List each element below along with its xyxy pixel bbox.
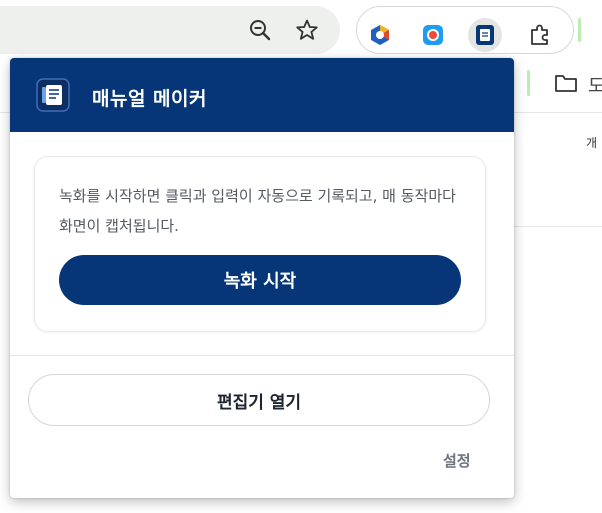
page-text-fragment: 개 [586, 136, 598, 150]
address-bar[interactable] [0, 6, 340, 54]
record-card: 녹화를 시작하면 클릭과 입력이 자동으로 기록되고, 매 동작마다 화면이 캡… [34, 156, 486, 332]
extension-1-icon[interactable] [363, 18, 397, 52]
page-divider [514, 226, 602, 227]
extension-popup: 매뉴얼 메이커 녹화를 시작하면 클릭과 입력이 자동으로 기록되고, 매 동작… [10, 58, 514, 498]
accent-bar [578, 18, 581, 42]
popup-title: 매뉴얼 메이커 [92, 88, 207, 110]
zoom-out-icon[interactable] [246, 16, 274, 44]
popup-header: 매뉴얼 메이커 [10, 58, 514, 132]
extension-2-icon[interactable] [416, 18, 450, 52]
manual-maker-logo-icon [36, 78, 70, 112]
section-divider [10, 355, 514, 356]
folder-icon[interactable] [554, 72, 578, 98]
puzzle-icon[interactable] [523, 18, 557, 52]
settings-link[interactable]: 설정 [443, 450, 471, 471]
extensions-group [356, 6, 574, 54]
star-icon[interactable] [293, 16, 321, 44]
open-editor-button[interactable]: 편집기 열기 [28, 374, 490, 426]
manual-maker-icon[interactable] [468, 18, 502, 52]
accent-bar [527, 70, 530, 96]
browser-toolbar [0, 0, 602, 62]
record-description: 녹화를 시작하면 클릭과 입력이 자동으로 기록되고, 매 동작마다 화면이 캡… [59, 187, 456, 235]
start-recording-button[interactable]: 녹화 시작 [59, 255, 461, 305]
bookmark-label[interactable]: 도 [588, 72, 602, 98]
